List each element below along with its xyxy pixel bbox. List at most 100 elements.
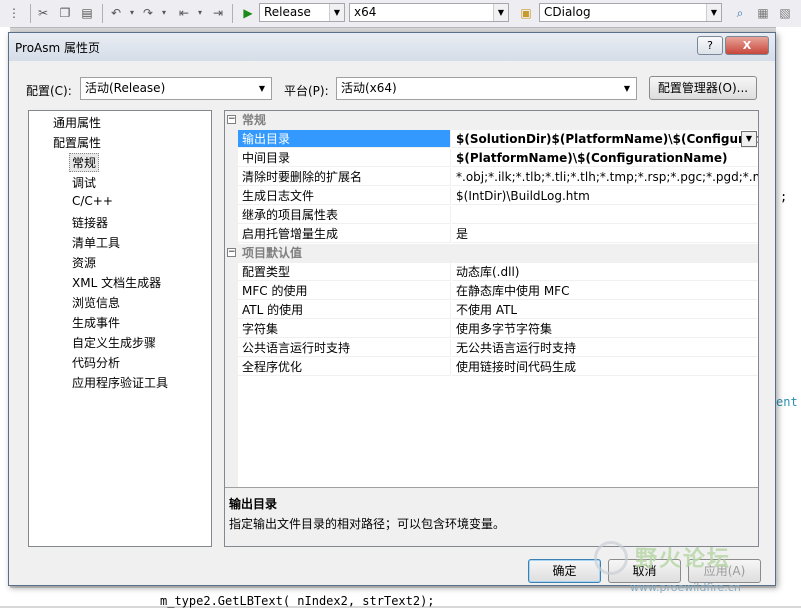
property-name: ATL 的使用 [238, 301, 451, 319]
ide-toolbar: ⋮ ✂ ❐ ▤ ↶ ▾ ↷ ▾ ⇤ ▾ ⇥ ▶ Release ▼ x64 ▼ … [0, 0, 801, 28]
property-row[interactable]: 全程序优化 使用链接时间代码生成 [238, 358, 758, 377]
property-row[interactable]: ATL 的使用 不使用 ATL [238, 301, 758, 320]
paste-icon[interactable]: ▤ [79, 5, 95, 21]
tree-item-app-verifier[interactable]: 应用程序验证工具 [72, 374, 168, 391]
tree-item-manifest-tool[interactable]: 清单工具 [72, 234, 120, 251]
property-name: 配置类型 [238, 263, 451, 281]
property-name: 输出目录 [238, 130, 451, 148]
undo-dropdown-icon[interactable]: ▾ [124, 5, 140, 21]
tree-item-general[interactable]: 常规 [69, 153, 100, 172]
navigate-back-dropdown-icon[interactable]: ▾ [192, 5, 208, 21]
property-row[interactable]: 输出目录 $(SolutionDir)$(PlatformName)\$(Con… [238, 130, 758, 149]
tree-item-linker[interactable]: 链接器 [72, 214, 108, 231]
property-value[interactable]: 使用多字节字符集 [452, 320, 758, 338]
property-value[interactable]: 使用链接时间代码生成 [452, 358, 758, 376]
tree-item-configuration-properties[interactable]: 配置属性 [53, 134, 101, 151]
toolbar-separator [30, 4, 31, 23]
chevron-down-icon: ▼ [329, 4, 344, 21]
property-name: 全程序优化 [238, 358, 451, 376]
find-combo-value: CDialog [544, 5, 591, 19]
tree-item-cpp[interactable]: C/C++ [72, 194, 113, 208]
grid-gutter [225, 111, 238, 487]
tree-item-common-properties[interactable]: 通用属性 [53, 114, 101, 131]
start-debug-icon[interactable]: ▶ [240, 5, 256, 21]
solution-platform-combo[interactable]: x64 ▼ [349, 3, 509, 22]
redo-icon[interactable]: ↷ [140, 5, 156, 21]
config-select-value: 活动(Release) [85, 81, 166, 95]
property-row[interactable]: 公共语言运行时支持 无公共语言运行时支持 [238, 339, 758, 358]
close-button[interactable]: X [725, 36, 769, 55]
chevron-down-icon: ▼ [706, 4, 721, 21]
tree-item-xml-doc-generator[interactable]: XML 文档生成器 [72, 274, 161, 291]
tree-item-custom-build-step[interactable]: 自定义生成步骤 [72, 334, 156, 351]
property-value[interactable]: 在静态库中使用 MFC [452, 282, 758, 300]
redo-dropdown-icon[interactable]: ▾ [156, 5, 172, 21]
ok-button[interactable]: 确定 [528, 559, 601, 583]
tree-item-browse-information[interactable]: 浏览信息 [72, 294, 120, 311]
property-name: 生成日志文件 [238, 187, 451, 205]
dialog-titlebar[interactable]: ProAsm 属性页 ? X [9, 33, 775, 61]
property-row[interactable]: 启用托管增量生成 是 [238, 225, 758, 244]
navigate-forward-icon[interactable]: ⇥ [210, 5, 226, 21]
property-row[interactable]: MFC 的使用 在静态库中使用 MFC [238, 282, 758, 301]
config-select[interactable]: 活动(Release) ▼ [80, 77, 272, 100]
property-value[interactable]: $(IntDir)\BuildLog.htm [452, 187, 758, 205]
property-value[interactable] [452, 206, 758, 224]
chevron-down-icon: ▼ [258, 84, 266, 93]
find-combo[interactable]: CDialog ▼ [539, 3, 722, 22]
config-manager-button[interactable]: 配置管理器(O)... [649, 76, 757, 100]
undo-icon[interactable]: ↶ [108, 5, 124, 21]
property-row[interactable]: 字符集 使用多字节字符集 [238, 320, 758, 339]
property-value[interactable]: $(SolutionDir)$(PlatformName)\$(Configur… [452, 130, 758, 148]
property-value[interactable]: *.obj;*.ilk;*.tlb;*.tli;*.tlh;*.tmp;*.rs… [452, 168, 758, 186]
category-label: 常规 [242, 113, 267, 127]
find-in-files-icon[interactable]: ▣ [518, 5, 534, 21]
collapse-icon[interactable]: − [227, 115, 236, 124]
config-label: 配置(C): [26, 84, 72, 98]
collapse-icon[interactable]: − [227, 248, 236, 257]
grip-icon: ⋮ [8, 6, 20, 20]
property-row[interactable]: 中间目录 $(PlatformName)\$(ConfigurationName… [238, 149, 758, 168]
toolbox-icon[interactable]: ▧ [777, 5, 793, 21]
watermark-logo-icon [594, 541, 628, 575]
property-value[interactable]: $(PlatformName)\$(ConfigurationName) [452, 149, 758, 167]
property-name: 启用托管增量生成 [238, 225, 451, 243]
property-tree: 通用属性 配置属性 常规 调试 C/C++ 链接器 清单工具 资源 XML 文档… [28, 110, 212, 547]
property-row[interactable]: 继承的项目属性表 [238, 206, 758, 225]
property-row[interactable]: 生成日志文件 $(IntDir)\BuildLog.htm [238, 187, 758, 206]
property-row[interactable]: 清除时要删除的扩展名 *.obj;*.ilk;*.tlb;*.tli;*.tlh… [238, 168, 758, 187]
tree-item-resources[interactable]: 资源 [72, 254, 96, 271]
tree-item-build-events[interactable]: 生成事件 [72, 314, 120, 331]
copy-icon[interactable]: ❐ [57, 5, 73, 21]
toolbar-separator [102, 4, 103, 23]
property-name: 公共语言运行时支持 [238, 339, 451, 357]
find-icon[interactable]: ⌕ [732, 5, 748, 21]
cut-icon[interactable]: ✂ [35, 5, 51, 21]
watermark-text: 野火论坛 [635, 547, 732, 572]
dialog-title: ProAsm 属性页 [15, 41, 101, 55]
category-project-defaults[interactable]: − 项目默认值 [225, 244, 758, 263]
property-value[interactable]: 是 [452, 225, 758, 243]
property-value[interactable]: 动态库(.dll) [452, 263, 758, 281]
help-button[interactable]: ? [697, 36, 723, 55]
code-fragment: ent [776, 395, 798, 409]
watermark-url: www.proewildfire.cn [630, 581, 741, 594]
properties-icon[interactable]: ▦ [755, 5, 771, 21]
chevron-down-icon[interactable]: ▼ [741, 131, 757, 147]
platform-select-value: 活动(x64) [341, 81, 397, 95]
property-value[interactable]: 不使用 ATL [452, 301, 758, 319]
ide-code-right-edge: ; ent [776, 27, 801, 606]
category-general[interactable]: − 常规 [225, 111, 758, 130]
property-pages-dialog: ProAsm 属性页 ? X 配置(C): 活动(Release) ▼ 平台(P… [8, 32, 776, 586]
chevron-down-icon: ▼ [493, 4, 508, 21]
tree-item-debugging[interactable]: 调试 [72, 174, 96, 191]
navigate-back-icon[interactable]: ⇤ [176, 5, 192, 21]
tree-item-code-analysis[interactable]: 代码分析 [72, 354, 120, 371]
code-fragment: ; [780, 190, 788, 204]
solution-config-combo[interactable]: Release ▼ [259, 3, 345, 22]
property-value[interactable]: 无公共语言运行时支持 [452, 339, 758, 357]
toolbar-separator [232, 4, 233, 23]
property-row[interactable]: 配置类型 动态库(.dll) [238, 263, 758, 282]
property-name: MFC 的使用 [238, 282, 451, 300]
platform-select[interactable]: 活动(x64) ▼ [336, 77, 637, 100]
